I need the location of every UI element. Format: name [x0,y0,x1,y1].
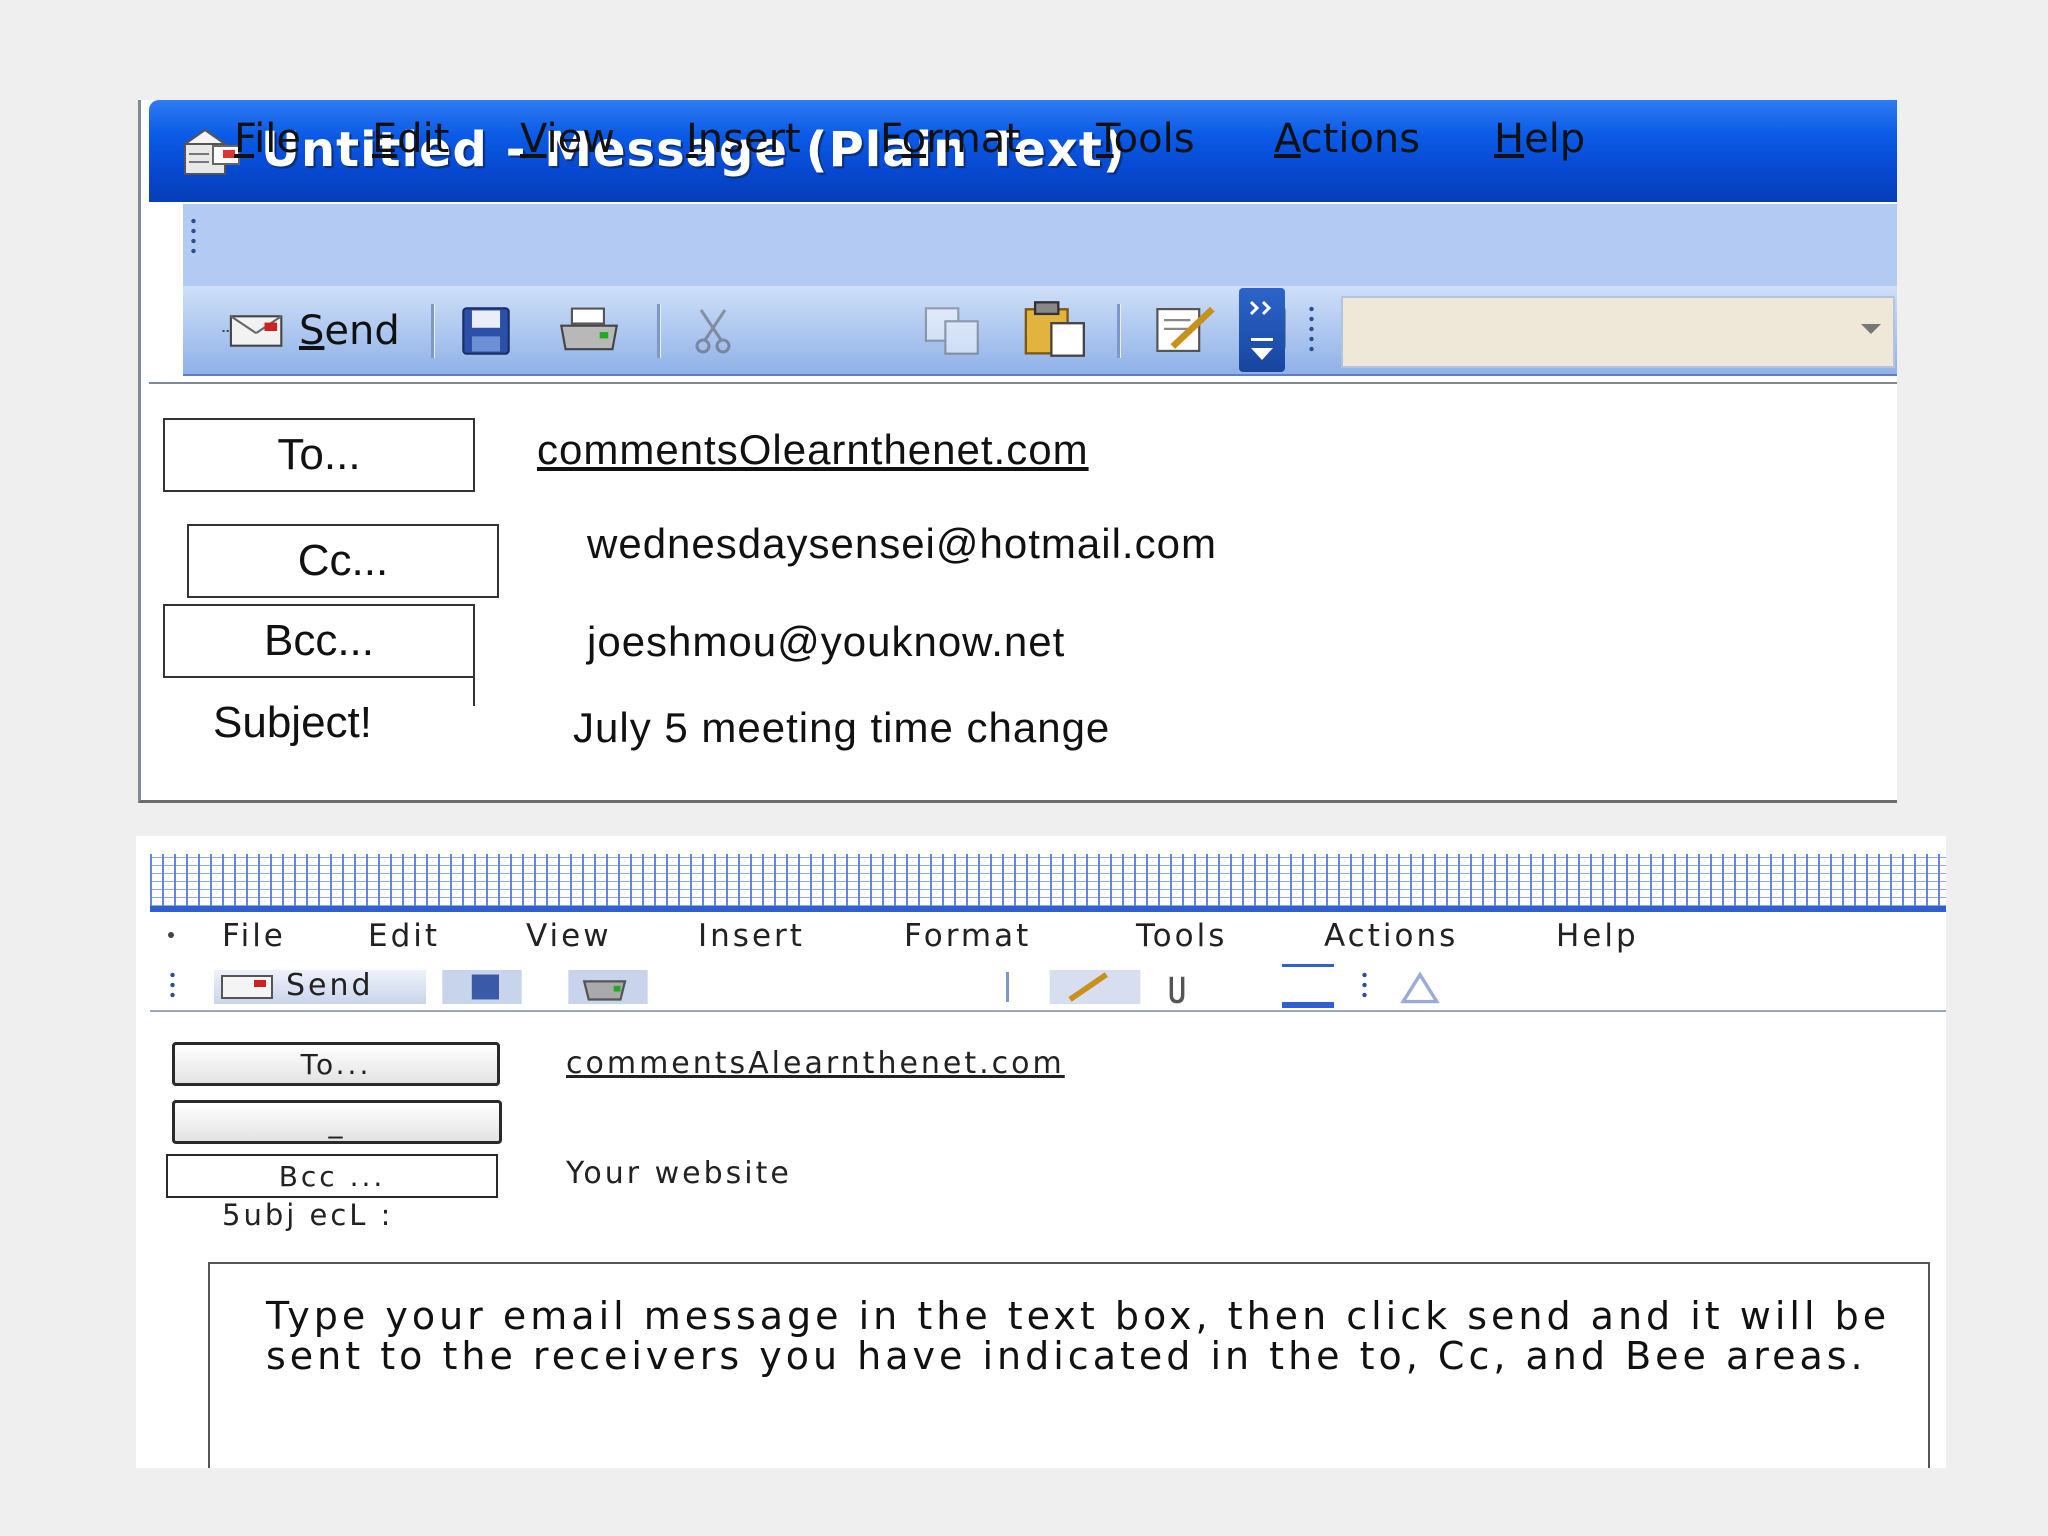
toolbar-options-icon[interactable] [1282,964,1334,1008]
toolbar-combo-box[interactable] [1341,296,1895,368]
toolbar-separator [657,304,661,358]
cc-field[interactable]: wednesdaysensei@hotmail.com [587,520,1217,568]
menu-format[interactable]: Format [880,116,1021,162]
header-divider [149,382,1897,384]
send-button[interactable]: Send [221,302,411,360]
menu-grip-handle[interactable] [168,932,174,938]
options-bar-bottom [1282,1002,1334,1008]
save-icon[interactable] [432,970,532,1004]
menu-tools[interactable]: Tools [1136,918,1227,954]
toolbar2-grip-handle[interactable] [1309,304,1314,356]
signature-icon[interactable] [1040,970,1150,1004]
bcc-field[interactable]: joeshmou@youknow.net [587,618,1065,666]
menu-tools[interactable]: Tools [1096,116,1195,162]
message-body-text: Type your email message in the text box,… [266,1294,1891,1378]
toolbar-separator [431,304,435,358]
toolbar-options-glyph [1249,300,1273,360]
to-button[interactable]: To... [163,418,475,492]
toolbar-grip-handle[interactable] [170,970,175,1000]
menu-insert[interactable]: Insert [698,918,805,954]
toolbar-options-icon[interactable] [1239,288,1285,372]
send-button[interactable]: Send [214,968,426,1004]
save-icon[interactable] [459,304,513,358]
menu-edit[interactable]: Edit [372,116,449,162]
to-field[interactable]: commentsOlearnthenet.com [537,426,1089,474]
menu-view[interactable]: View [520,116,615,162]
menu-insert[interactable]: Insert [686,116,801,162]
toolbar2-grip-handle[interactable] [1362,970,1367,1000]
menu-help[interactable]: Help [1556,918,1639,954]
print-icon[interactable] [548,970,668,1004]
paste-icon[interactable] [1021,300,1091,358]
menu-view[interactable]: View [526,918,612,954]
to-field[interactable]: commentsAlearnthenet.com [566,1046,1065,1081]
cut-icon[interactable] [693,304,733,358]
message-body[interactable]: Type your email message in the text box,… [208,1262,1930,1468]
send-icon [221,975,273,999]
subject-label: 5ubj ecL : [222,1198,394,1232]
print-icon[interactable] [557,304,621,358]
subject-field[interactable]: July 5 meeting time change [573,704,1110,752]
bcc-button[interactable]: Bcc ... [166,1154,498,1198]
signature-icon[interactable] [1153,302,1219,358]
to-button[interactable]: To... [172,1042,500,1086]
header-divider [150,1010,1946,1012]
paperclip-icon[interactable] [1160,970,1194,1004]
copy-icon[interactable] [921,304,987,358]
menu-file[interactable]: File [222,918,286,954]
toolbar-separator [1117,304,1121,358]
bcc-button[interactable]: Bcc... [163,604,475,678]
toolbar-separator [1006,972,1009,1002]
menu-format[interactable]: Format [904,918,1031,954]
menu-file[interactable]: File [234,116,301,162]
menu-actions[interactable]: Actions [1324,918,1458,954]
dropdown-arrow-icon[interactable] [1861,324,1881,334]
options-bar-top [1282,964,1334,967]
send-label: Send [299,308,400,354]
menu-edit[interactable]: Edit [368,918,440,954]
title-bar-underline [150,906,1946,912]
text-cursor [473,676,475,706]
menu-help[interactable]: Help [1494,116,1585,162]
title-bar-artifact [150,854,1946,906]
subject-label: Subject! [213,698,372,747]
menu-bar [183,204,1897,286]
cc-button[interactable]: _ [172,1100,502,1144]
message-window-top: Untitled - Message (Plain Text) Send To.… [138,100,1897,803]
menu-grip-handle[interactable] [191,216,196,256]
font-color-icon[interactable] [1392,970,1448,1004]
bcc-field[interactable]: Your website [566,1156,792,1191]
send-icon [222,315,283,347]
send-label: Send [286,968,374,1003]
cc-button[interactable]: Cc... [187,524,499,598]
menu-actions[interactable]: Actions [1274,116,1420,162]
